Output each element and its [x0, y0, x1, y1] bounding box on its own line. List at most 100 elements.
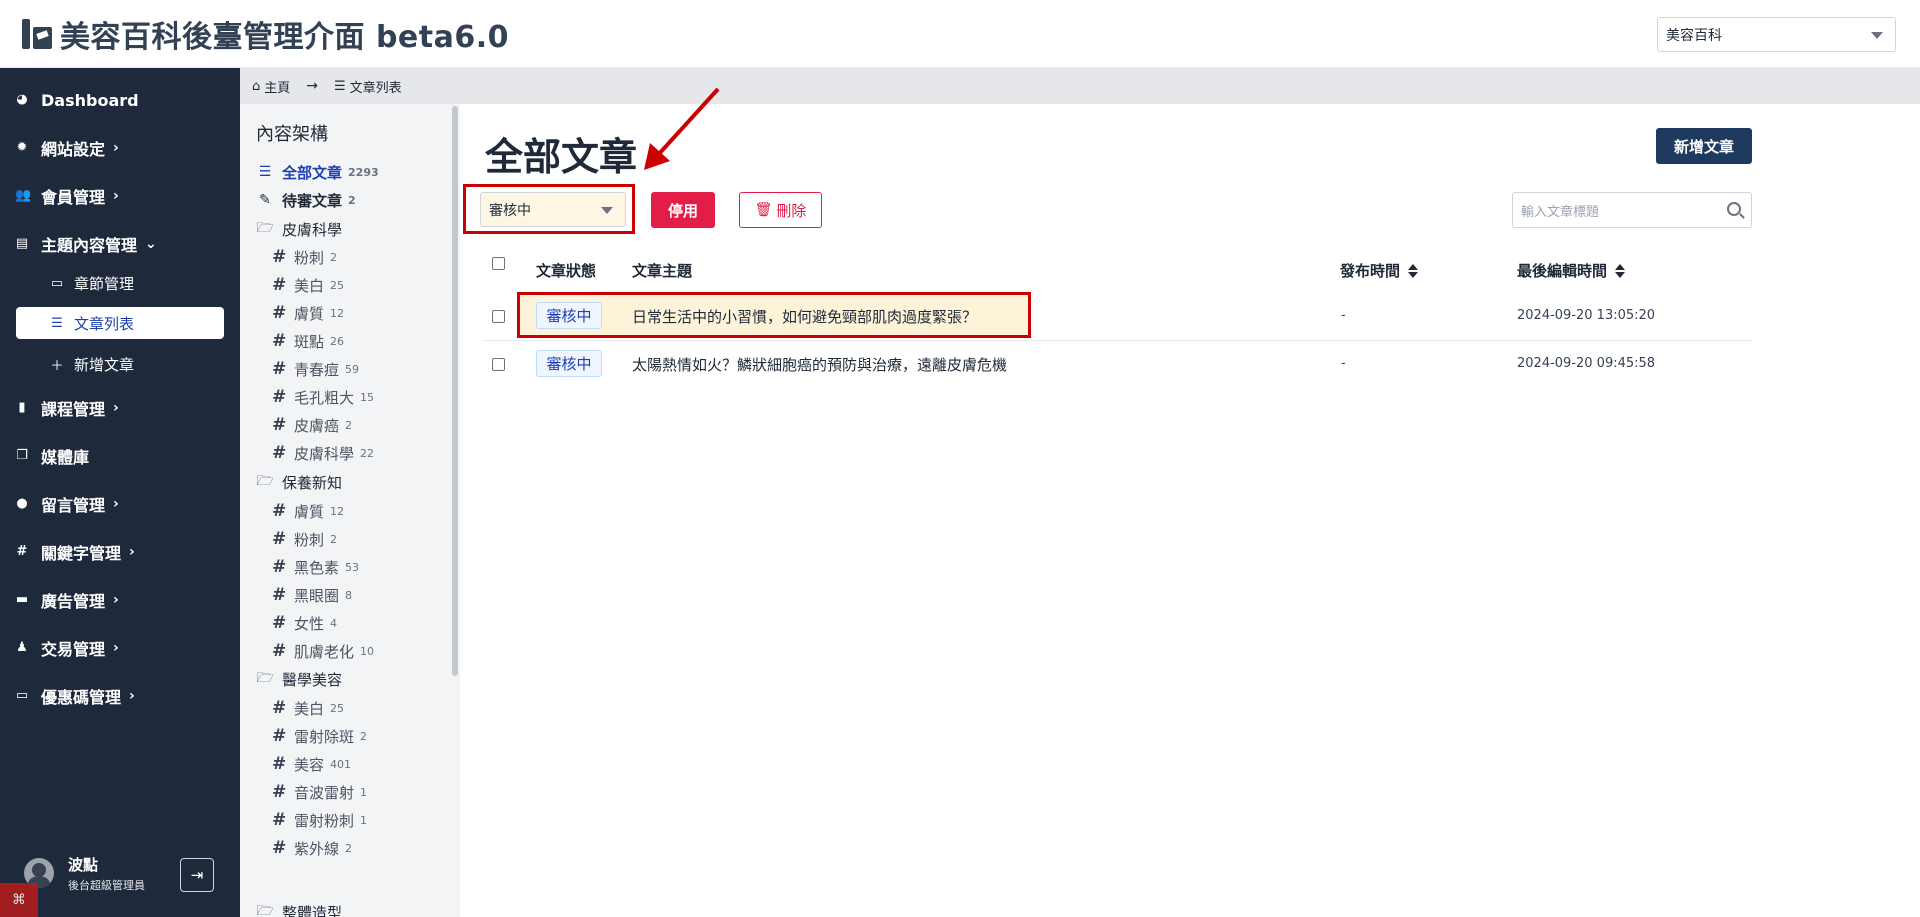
tree-tag[interactable]: # 美容 401 [272, 752, 351, 776]
article-subject-link[interactable]: 日常生活中的小習慣，如何避免頸部肌肉過度緊張？ [632, 306, 977, 327]
folder-open-icon: 🗁 [256, 473, 274, 489]
tree-tag[interactable]: # 音波雷射 1 [272, 780, 367, 804]
tree-tag-label: 雷射粉刺 [294, 811, 355, 830]
row-checkbox[interactable] [492, 358, 505, 371]
sidebar-item-site-settings[interactable]: ✹ 網站設定 › [0, 131, 240, 165]
tree-tag[interactable]: # 毛孔粗大 15 [272, 385, 374, 409]
tree-category[interactable]: 🗁 保養新知 [256, 470, 342, 494]
tree-tag[interactable]: # 青春痘 59 [272, 357, 359, 381]
sidebar-subitem-article-list[interactable]: ☰ 文章列表 [16, 307, 224, 339]
hash-icon: # [272, 810, 287, 830]
sidebar-subitem-chapters[interactable]: ▭ 章節管理 [16, 267, 224, 299]
hash-icon: # [272, 557, 287, 577]
folder-open-icon: 🗁 [256, 903, 274, 917]
sidebar-item-transactions[interactable]: ♟ 交易管理 › [0, 631, 240, 665]
tree-category[interactable]: 🗁 皮膚科學 [256, 217, 342, 241]
chevron-right-icon: › [113, 496, 119, 512]
sidebar-item-dashboard[interactable]: ◕ Dashboard [0, 83, 240, 117]
hash-icon: # [16, 544, 28, 559]
hash-icon: # [272, 415, 287, 435]
article-subject-link[interactable]: 太陽熱情如火？鱗狀細胞癌的預防與治療，遠離皮膚危機 [632, 354, 1007, 375]
user-role: 後台超級管理員 [68, 878, 145, 892]
column-header-subject: 文章主題 [632, 260, 692, 281]
hash-icon: # [272, 754, 287, 774]
tree-tag[interactable]: # 皮膚癌 2 [272, 413, 352, 437]
book-icon: ▮ [18, 400, 26, 415]
sidebar-item-ads[interactable]: ▬ 廣告管理 › [0, 583, 240, 617]
money-bag-icon: ♟ [16, 640, 28, 655]
tree-tag[interactable]: # 紫外線 2 [272, 836, 352, 860]
tree-tag-label: 膚質 [294, 502, 325, 521]
logout-icon: ⇥ [190, 866, 204, 884]
tree-tag-label: 雷射除斑 [294, 727, 355, 746]
arrow-right-icon: → [306, 78, 319, 94]
sidebar: ◕ Dashboard ✹ 網站設定 › 👥 會員管理 › ▤ 主題內容管理 ⌄… [0, 68, 240, 917]
tree-category[interactable]: 🗁 醫學美容 [256, 667, 342, 691]
sidebar-item-members[interactable]: 👥 會員管理 › [0, 179, 240, 213]
home-icon: ⌂ [252, 78, 261, 94]
list-icon: ☰ [258, 164, 272, 180]
sidebar-item-courses[interactable]: ▮ 課程管理 › [0, 391, 240, 425]
sidebar-item-comments[interactable]: ● 留言管理 › [0, 487, 240, 521]
tree-item-pending[interactable]: ✎ 待審文章 2 [256, 188, 356, 212]
tree-tag-label: 膚質 [294, 304, 325, 323]
new-article-button[interactable]: 新增文章 [1656, 128, 1752, 164]
sidebar-item-media[interactable]: ❐ 媒體庫 [0, 439, 240, 473]
sidebar-item-label: 留言管理 [41, 496, 106, 515]
sidebar-item-keywords[interactable]: # 關鍵字管理 › [0, 535, 240, 569]
tree-tag[interactable]: # 膚質 12 [272, 301, 344, 325]
hash-icon: # [272, 247, 287, 267]
tree-tag-count: 25 [330, 701, 345, 715]
tree-tag[interactable]: # 雷射粉刺 1 [272, 808, 367, 832]
chevron-right-icon: › [113, 592, 119, 608]
column-header-published[interactable]: 發布時間 [1340, 260, 1419, 281]
row-checkbox[interactable] [492, 310, 505, 323]
tree-tag-count: 8 [345, 588, 353, 602]
tree-scrollbar[interactable] [452, 106, 458, 676]
sidebar-item-coupons[interactable]: ▭ 優惠碼管理 › [0, 679, 240, 713]
tree-tag-label: 美容 [294, 755, 325, 774]
chevron-right-icon: › [113, 400, 119, 416]
sidebar-subitem-new-article[interactable]: ＋ 新增文章 [16, 348, 224, 380]
tree-tag-count: 10 [360, 644, 375, 658]
tree-category[interactable]: 🗁 整體造型 [256, 900, 342, 917]
tree-tag[interactable]: # 斑點 26 [272, 329, 344, 353]
tree-tag[interactable]: # 女性 4 [272, 611, 337, 635]
tree-tag[interactable]: # 黑色素 53 [272, 555, 359, 579]
tree-tag[interactable]: # 粉刺 2 [272, 527, 337, 551]
site-selector[interactable]: 美容百科 [1657, 17, 1896, 52]
sidebar-item-label: 課程管理 [41, 400, 106, 419]
hash-icon: # [272, 529, 287, 549]
tree-tag[interactable]: # 皮膚科學 22 [272, 441, 374, 465]
plus-icon: ＋ [50, 358, 64, 374]
tree-tag[interactable]: # 膚質 12 [272, 499, 344, 523]
status-filter-select[interactable]: 審核中 [480, 192, 626, 227]
search-icon [1727, 202, 1741, 216]
tree-tag[interactable]: # 美白 25 [272, 273, 344, 297]
breadcrumb-home[interactable]: ⌂ 主頁 [252, 77, 290, 96]
breadcrumb-home-label: 主頁 [264, 80, 291, 96]
tree-item-all-articles[interactable]: ☰ 全部文章 2293 [256, 160, 379, 184]
pen-to-square-icon: ✎ [259, 192, 271, 208]
hash-icon: # [272, 443, 287, 463]
delete-button[interactable]: 🗑 刪除 [739, 192, 822, 228]
chevron-right-icon: › [129, 688, 135, 704]
tree-tag[interactable]: # 粉刺 2 [272, 245, 337, 269]
tree-tag-label: 黑色素 [294, 558, 340, 577]
sidebar-item-label: Dashboard [41, 90, 139, 110]
tree-tag[interactable]: # 美白 25 [272, 696, 344, 720]
folder-open-icon: 🗁 [256, 670, 274, 686]
tree-tag[interactable]: # 雷射除斑 2 [272, 724, 367, 748]
disable-button[interactable]: 停用 [651, 192, 715, 228]
search-input[interactable]: 輸入文章標題 [1512, 192, 1752, 228]
select-all-checkbox[interactable] [492, 257, 505, 270]
sidebar-item-content[interactable]: ▤ 主題內容管理 ⌄ [0, 227, 240, 261]
tree-tag-count: 1 [360, 785, 368, 799]
tree-tag[interactable]: # 肌膚老化 10 [272, 639, 374, 663]
tree-tag-label: 美白 [294, 276, 325, 295]
logout-button[interactable]: ⇥ [180, 858, 214, 892]
breadcrumb: ⌂ 主頁 → ☰ 文章列表 [240, 68, 1920, 104]
tree-tag-count: 26 [330, 334, 345, 348]
column-header-edited[interactable]: 最後編輯時間 [1517, 260, 1626, 281]
tree-tag[interactable]: # 黑眼圈 8 [272, 583, 352, 607]
